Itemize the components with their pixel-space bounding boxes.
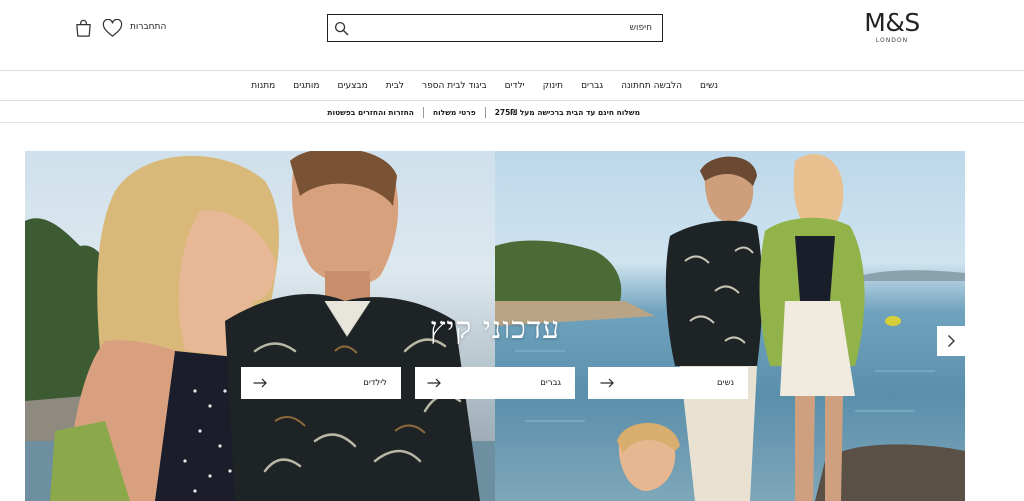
promo-free-delivery[interactable]: משלוח חינם עד הבית ברכישה מעל 275₪	[495, 108, 640, 117]
shopping-bag-icon[interactable]	[74, 18, 93, 38]
cta-label: נשים	[717, 378, 734, 388]
hero-cta-men[interactable]: גברים	[415, 367, 575, 399]
promo-strip: משלוח חינם עד הבית ברכישה מעל 275₪ פרטי …	[0, 101, 1024, 123]
nav-item-kids[interactable]: ילדים	[505, 81, 525, 91]
hero-banner[interactable]: עדכוני קיץ נשים גברים לילדים	[25, 151, 965, 501]
header-tools: התחברות	[74, 18, 166, 38]
nav-item-baby[interactable]: תינוק	[543, 81, 563, 91]
main-nav: נשים הלבשה תחתונה גברים תינוק ילדים ביגו…	[0, 71, 1024, 101]
nav-item-school-uniform[interactable]: ביגוד לבית הספר	[422, 81, 487, 91]
chevron-right-icon	[948, 335, 955, 347]
site-header: M&S LONDON התחברות	[0, 0, 1024, 71]
hero-title: עדכוני קיץ	[429, 311, 561, 346]
arrow-right-icon	[600, 378, 614, 388]
promo-divider	[484, 106, 486, 118]
nav-list: נשים הלבשה תחתונה גברים תינוק ילדים ביגו…	[251, 71, 718, 101]
promo-divider	[422, 106, 424, 118]
promo-delivery-info[interactable]: פרטי משלוח	[433, 108, 476, 117]
hero-cta-kids[interactable]: לילדים	[241, 367, 401, 399]
nav-item-sale[interactable]: מבצעים	[337, 81, 367, 91]
arrow-right-icon	[427, 378, 441, 388]
nav-item-home[interactable]: לבית	[386, 81, 404, 91]
logo-mark: M&S	[864, 8, 920, 37]
search-input[interactable]	[356, 18, 652, 38]
hero-cta-women[interactable]: נשים	[588, 367, 748, 399]
signin-link[interactable]: התחברות	[130, 22, 166, 32]
nav-item-brands[interactable]: מותגים	[293, 81, 319, 91]
promo-items: משלוח חינם עד הבית ברכישה מעל 275₪ פרטי …	[327, 101, 640, 123]
promo-returns[interactable]: החזרות והחזרים בפשטות	[327, 108, 414, 117]
nav-item-men[interactable]: גברים	[581, 81, 603, 91]
nav-item-gifts[interactable]: מתנות	[251, 81, 275, 91]
logo-subtitle: LONDON	[875, 37, 909, 44]
nav-item-lingerie[interactable]: הלבשה תחתונה	[621, 81, 682, 91]
search-icon[interactable]	[334, 21, 349, 36]
slider-next-button[interactable]	[937, 326, 965, 356]
arrow-right-icon	[253, 378, 267, 388]
cta-label: גברים	[540, 378, 561, 388]
heart-icon[interactable]	[102, 19, 123, 38]
brand-logo[interactable]: M&S LONDON	[856, 10, 928, 44]
cta-label: לילדים	[363, 378, 387, 388]
nav-item-women[interactable]: נשים	[700, 81, 718, 91]
search-bar	[327, 14, 663, 42]
